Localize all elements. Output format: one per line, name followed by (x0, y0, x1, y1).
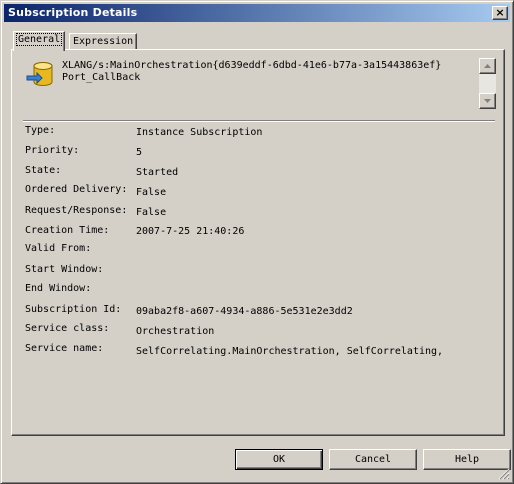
arrow-up-icon (484, 64, 491, 68)
help-button[interactable]: Help (423, 449, 511, 470)
state-label: State: (25, 165, 62, 176)
tab-general[interactable]: General (13, 31, 66, 51)
service-name-label: Service name: (25, 343, 104, 354)
start-window-label: Start Window: (25, 264, 104, 275)
subscription-id-value: 09aba2f8-a607-4934-a886-5e531e2e3dd2 (136, 306, 353, 317)
subscription-id-label: Subscription Id: (25, 304, 122, 315)
type-value: Instance Subscription (136, 127, 263, 138)
scroll-track[interactable] (479, 74, 496, 93)
window-title: Subscription Details (8, 6, 138, 19)
port-name: Port_CallBack (62, 72, 141, 83)
general-tab-panel: XLANG/s:MainOrchestration{d639eddf-6dbd-… (11, 49, 505, 436)
title-bar[interactable]: Subscription Details × (4, 4, 510, 22)
separator (23, 120, 495, 122)
end-window-label: End Window: (25, 283, 92, 294)
subscription-name: XLANG/s:MainOrchestration{d639eddf-6dbd-… (62, 60, 442, 71)
ok-button[interactable]: OK (235, 449, 323, 470)
subscription-header: XLANG/s:MainOrchestration{d639eddf-6dbd-… (62, 60, 472, 84)
service-class-value: Orchestration (136, 326, 215, 337)
scroll-up-button[interactable] (479, 58, 496, 74)
service-class-label: Service class: (25, 323, 110, 334)
close-icon: × (495, 6, 505, 19)
tab-expression-label: Expression (73, 36, 134, 47)
priority-label: Priority: (25, 145, 80, 156)
creation-time-value: 2007-7-25 21:40:26 (136, 226, 245, 237)
subscription-details-dialog: Subscription Details × General Expressio… (0, 0, 514, 484)
type-label: Type: (25, 125, 56, 136)
close-button[interactable]: × (492, 6, 508, 20)
state-value: Started (136, 167, 179, 178)
cancel-button[interactable]: Cancel (329, 449, 417, 470)
creation-time-label: Creation Time: (25, 225, 110, 236)
orchestration-database-icon (26, 62, 53, 86)
request-response-value: False (136, 207, 167, 218)
ordered-delivery-label: Ordered Delivery: (25, 184, 128, 195)
header-scrollbar[interactable] (479, 58, 496, 109)
valid-from-label: Valid From: (25, 243, 92, 254)
resize-grip-icon[interactable] (498, 468, 510, 480)
scroll-down-button[interactable] (479, 93, 496, 109)
tab-general-label: General (15, 33, 63, 46)
arrow-down-icon (484, 99, 491, 103)
priority-value: 5 (136, 147, 143, 158)
request-response-label: Request/Response: (25, 205, 128, 216)
service-name-value: SelfCorrelating.MainOrchestration, SelfC… (136, 346, 444, 357)
ordered-delivery-value: False (136, 187, 167, 198)
